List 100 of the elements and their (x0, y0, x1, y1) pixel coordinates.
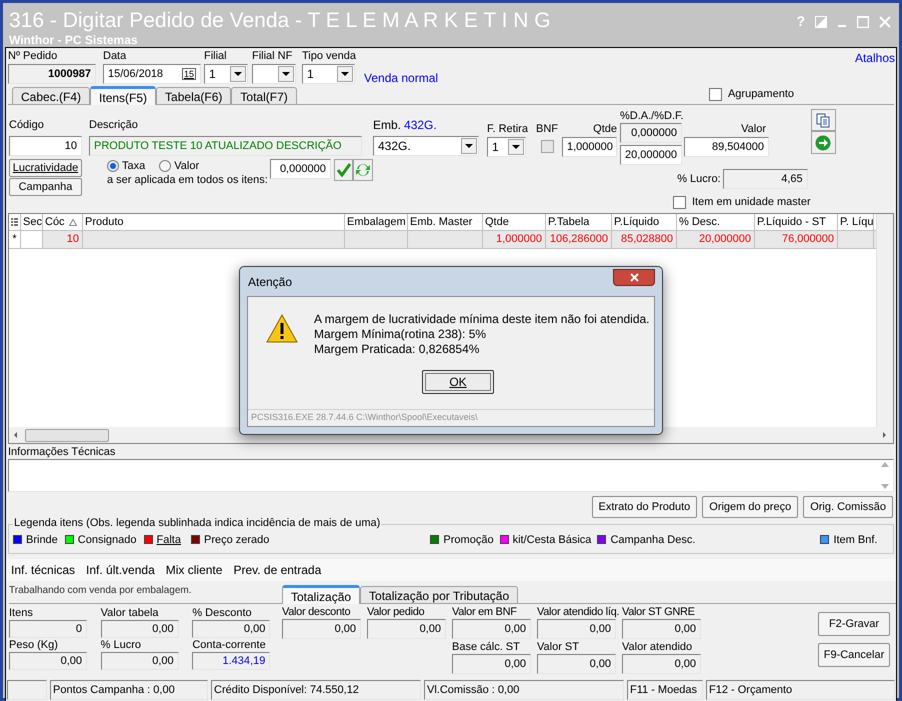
dialog-message: Margem Mínima(rotina 238): 5% (314, 327, 488, 342)
input-field[interactable]: 0,00 (537, 619, 616, 639)
dropdown-field[interactable] (252, 64, 296, 84)
column-header[interactable]: Produto (85, 214, 124, 230)
action-button[interactable]: Campanha (9, 178, 82, 196)
column-header[interactable]: % Desc. (679, 214, 720, 230)
input-field[interactable]: 1000987 (8, 64, 96, 84)
table-row[interactable]: * 10 1,000000 106,286000 85,028800 20,000000 76,000000 (9, 231, 876, 249)
input-field[interactable]: 10 (9, 136, 82, 156)
menu-item[interactable]: Inf. técnicas (11, 561, 76, 579)
input-field[interactable]: 0,00 (537, 654, 616, 674)
warning-icon (266, 314, 298, 344)
input-field[interactable]: 0,00 (452, 619, 531, 639)
input-field[interactable]: 0,00 (282, 619, 361, 639)
input-field[interactable]: 4,65 (722, 169, 808, 189)
radio-button[interactable] (107, 160, 119, 172)
scroll-up-icon[interactable] (881, 462, 889, 467)
column-header[interactable]: Sec (23, 214, 42, 230)
input-field[interactable]: 0,000000 (270, 159, 331, 179)
refresh-button[interactable] (353, 159, 374, 181)
menu-item[interactable]: Prev. de entrada (233, 561, 322, 579)
input-field[interactable]: 0,00 (192, 620, 270, 638)
action-button[interactable]: F9-Cancelar (818, 643, 890, 667)
dropdown-field[interactable]: 432G. (373, 136, 479, 156)
action-button[interactable]: Origem do preço (702, 496, 798, 518)
technical-info-field[interactable] (8, 459, 894, 492)
table-cell-text: 85,028800 (621, 232, 673, 248)
input-field[interactable]: 1,000000 (562, 137, 617, 157)
radio-button[interactable] (159, 160, 172, 172)
field-label: Informações Técnicas (8, 445, 116, 459)
input-field[interactable]: 0,00 (452, 654, 531, 674)
checkbox[interactable] (673, 196, 686, 208)
status-panel: Vl.Comissão : 0,00 (424, 680, 624, 700)
dialog-title: Atenção (247, 274, 292, 290)
field-label: Tipo venda (302, 49, 358, 63)
action-button[interactable]: Lucratividade (9, 159, 82, 177)
input-field[interactable]: 0,00 (622, 619, 701, 639)
column-menu-icon[interactable] (11, 218, 18, 226)
scroll-down-icon[interactable] (881, 484, 889, 489)
dropdown-field[interactable]: 1 (302, 64, 355, 84)
menu-item[interactable]: Mix cliente (166, 561, 222, 579)
column-header[interactable]: P.Líquido (614, 214, 660, 230)
action-button[interactable]: Orig. Comissão (803, 496, 893, 518)
sort-triangle-icon (68, 218, 77, 226)
calendar-button[interactable]: 15 (182, 68, 196, 80)
input-field[interactable]: 1.434,19 (192, 652, 270, 670)
copy-button[interactable] (810, 109, 836, 131)
tab[interactable]: Total(F7) (231, 87, 297, 104)
column-header[interactable]: P. Líqu (840, 214, 874, 230)
checkbox[interactable] (708, 88, 722, 100)
input-field[interactable]: 15/06/2018 15 (103, 64, 201, 84)
input-field[interactable]: 0,00 (9, 652, 87, 670)
input-field[interactable]: 89,504000 (684, 137, 769, 157)
next-button[interactable] (810, 131, 836, 154)
vertical-scrollbar[interactable] (876, 214, 893, 427)
packaging-value: 432G. (404, 118, 437, 132)
field-label: Peso (Kg) (9, 638, 59, 652)
tab[interactable]: Tabela(F6) (156, 87, 232, 104)
dropdown-field[interactable]: 1 (487, 137, 526, 157)
status-panel: F11 - Moedas (627, 680, 703, 700)
input-field[interactable]: 0,000000 (620, 123, 682, 143)
legend-label: Preço zerado (204, 532, 270, 548)
action-button[interactable]: F2-Gravar (818, 612, 890, 636)
input-field[interactable]: 0,00 (622, 654, 701, 674)
field-label: Filial NF (252, 49, 294, 63)
ok-button[interactable]: OK (422, 370, 494, 394)
legend-label: Falta (156, 532, 181, 548)
table-cell-text: 1,000000 (496, 232, 542, 248)
field-label: Taxa (122, 159, 146, 173)
action-button[interactable]: Extrato do Produto (592, 496, 698, 518)
table-cell-text: 10 (66, 232, 79, 248)
legend-label: Brinde (26, 532, 58, 548)
column-header[interactable]: Qtde (485, 214, 509, 230)
sale-type-label: Venda normal (364, 70, 438, 87)
column-header[interactable]: Cóc (45, 214, 65, 230)
checkbox[interactable] (540, 140, 554, 153)
input-field[interactable]: 0,00 (100, 652, 179, 670)
input-field[interactable]: 0,00 (367, 619, 446, 639)
input-field[interactable]: 20,000000 (620, 145, 682, 165)
field-label: Código (9, 118, 45, 132)
tab[interactable]: Totalização (282, 585, 360, 604)
dropdown-field[interactable]: 1 (204, 64, 248, 84)
column-header[interactable]: P.Tabela (548, 214, 590, 230)
input-field[interactable]: PRODUTO TESTE 10 ATUALIZADO DESCRIÇÃO (89, 136, 362, 156)
field-label: Valor em BNF (452, 605, 518, 619)
tab[interactable]: Itens(F5) (90, 86, 156, 105)
column-header[interactable]: Embalagem (347, 214, 406, 230)
input-field[interactable]: 0,00 (100, 620, 179, 638)
tab[interactable]: Totalização por Tributação (360, 586, 518, 603)
field-label: a ser aplicada em todos os itens: (107, 173, 268, 187)
shortcuts-link[interactable]: Atalhos (854, 49, 895, 67)
menu-item[interactable]: Inf. últ.venda (86, 561, 155, 579)
confirm-button[interactable] (334, 159, 354, 181)
tab[interactable]: Cabec.(F4) (12, 87, 90, 104)
input-field[interactable]: 0 (9, 620, 87, 638)
field-label: Valor desconto (282, 605, 352, 619)
column-header[interactable]: Emb. Master (410, 214, 472, 230)
close-button[interactable] (613, 269, 655, 286)
column-header[interactable]: P.Líquido - ST (757, 214, 826, 230)
scroll-thumb[interactable] (25, 428, 109, 442)
